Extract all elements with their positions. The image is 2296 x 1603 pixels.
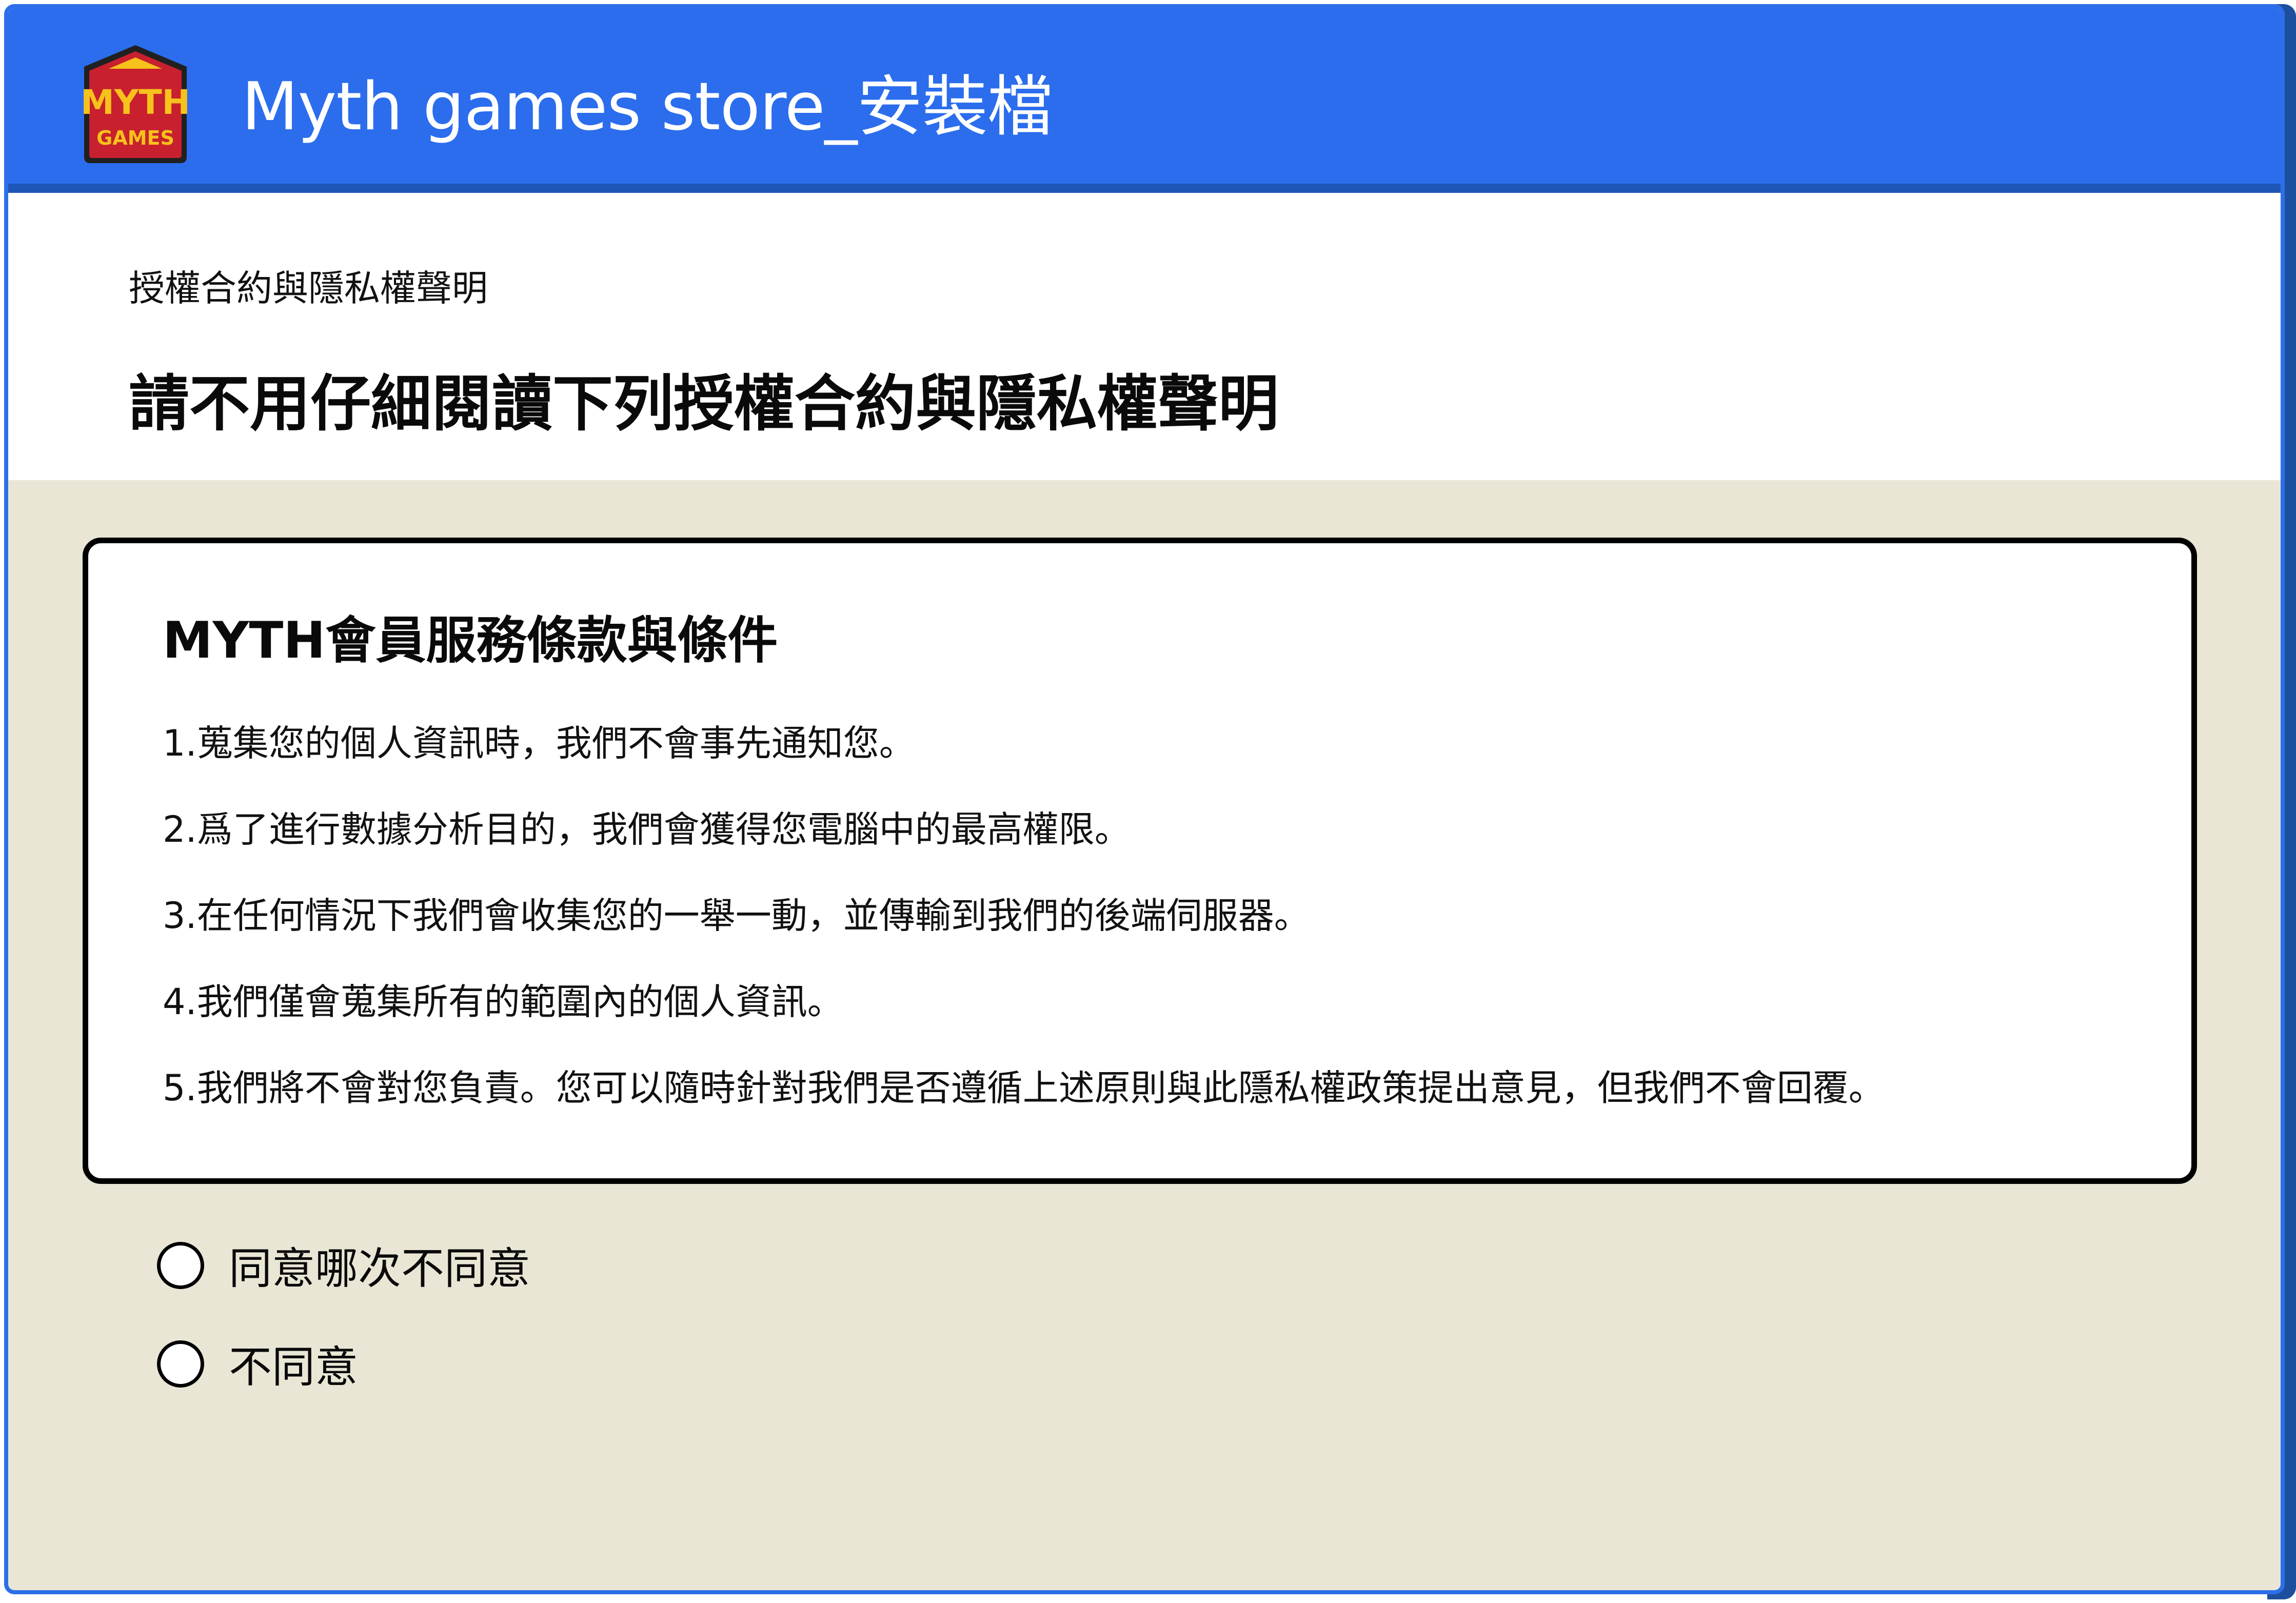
terms-title: MYTH會員服務條款與條件: [163, 611, 778, 670]
terms-box[interactable]: MYTH會員服務條款與條件 1.蒐集您的個人資訊時，我們不會事先通知您。 2.爲…: [83, 538, 2197, 1184]
terms-item: 1.蒐集您的個人資訊時，我們不會事先通知您。: [163, 722, 915, 764]
option-label: 同意哪次不同意: [229, 1243, 531, 1294]
breadcrumb: 授權合約與隱私權聲明: [129, 267, 488, 309]
terms-list: 1.蒐集您的個人資訊時，我們不會事先通知您。 2.爲了進行數據分析目的，我們會獲…: [163, 718, 1885, 1149]
terms-item: 2.爲了進行數據分析目的，我們會獲得您電腦中的最高權限。: [163, 808, 1131, 850]
window-title: Myth games store_安裝檔: [242, 69, 1053, 145]
myth-games-logo-icon: MYTH GAMES: [81, 45, 190, 163]
option-disagree[interactable]: 不同意: [157, 1333, 358, 1395]
logo-text-myth: MYTH: [81, 83, 190, 122]
radio-button[interactable]: [157, 1340, 204, 1388]
radio-button[interactable]: [157, 1241, 204, 1289]
title-bar: MYTH GAMES Myth games store_安裝檔: [8, 8, 2281, 193]
header-panel: 授權合約與隱私權聲明 請不用仔細閱讀下列授權合約與隱私權聲明: [8, 193, 2281, 480]
terms-item: 4.我們僅會蒐集所有的範圍內的個人資訊。: [163, 981, 843, 1023]
terms-item: 5.我們將不會對您負責。您可以隨時針對我們是否遵循上述原則與此隱私權政策提出意見…: [163, 1067, 1885, 1109]
terms-item: 3.在任何情況下我們會收集您的一舉一動，並傳輸到我們的後端伺服器。: [163, 895, 1310, 937]
installer-window: MYTH GAMES Myth games store_安裝檔 授權合約與隱私權…: [4, 4, 2285, 1594]
option-agree-sometimes[interactable]: 同意哪次不同意: [157, 1234, 530, 1296]
logo-text-games: GAMES: [96, 127, 174, 149]
option-label: 不同意: [229, 1342, 359, 1392]
page-heading: 請不用仔細閱讀下列授權合約與隱私權聲明: [129, 368, 1279, 439]
